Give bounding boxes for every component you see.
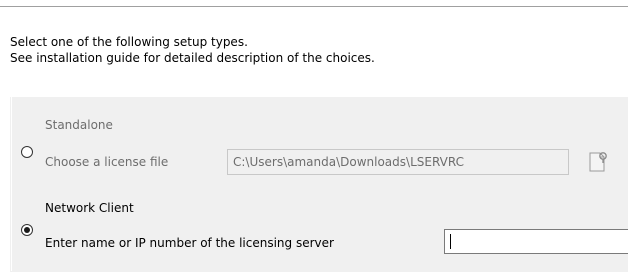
setup-type-group-edge bbox=[11, 97, 12, 271]
instructions-line-1: Select one of the following setup types. bbox=[10, 35, 248, 49]
standalone-label: Standalone bbox=[45, 118, 113, 132]
text-caret bbox=[450, 234, 451, 249]
instructions: Select one of the following setup types.… bbox=[10, 34, 375, 66]
license-file-label: Choose a license file bbox=[45, 155, 169, 169]
licensing-server-label: Enter name or IP number of the licensing… bbox=[45, 236, 334, 250]
license-file-field[interactable]: C:\Users\amanda\Downloads\LSERVRC bbox=[227, 149, 569, 175]
browse-file-icon[interactable] bbox=[586, 150, 610, 174]
network-client-radio[interactable] bbox=[21, 224, 33, 236]
top-divider bbox=[0, 6, 628, 7]
network-client-label: Network Client bbox=[45, 201, 134, 215]
instructions-line-2: See installation guide for detailed desc… bbox=[10, 51, 375, 65]
standalone-radio[interactable] bbox=[21, 146, 33, 158]
licensing-server-input[interactable] bbox=[444, 229, 628, 254]
